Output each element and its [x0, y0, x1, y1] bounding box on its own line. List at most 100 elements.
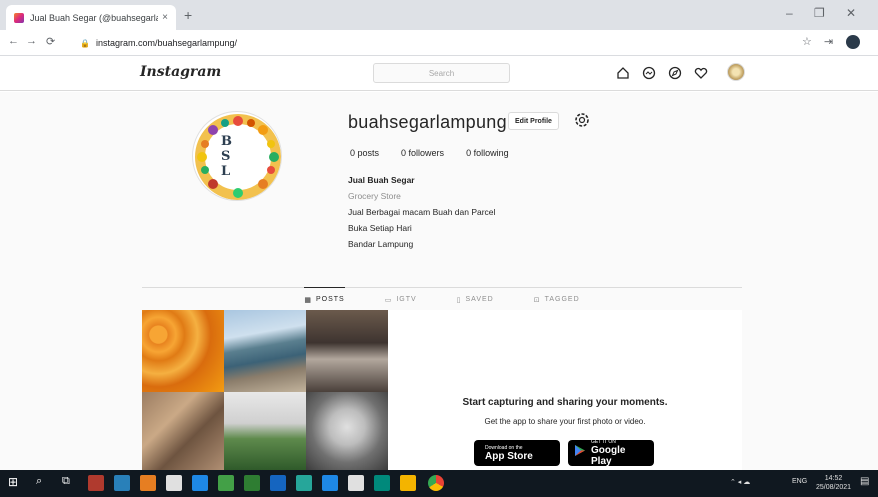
app-icon[interactable]: [322, 475, 338, 491]
app-icon[interactable]: [374, 475, 390, 491]
app-icon[interactable]: [348, 475, 364, 491]
bio-line: Buka Setiap Hari: [348, 223, 412, 233]
windows-taskbar: ⊞ ⌕ ⧉ ⌃ ◂ ☁ ENG 14:52 25/08/2021 ▤: [0, 470, 878, 497]
avatar-letter-l: L: [221, 164, 231, 179]
app-icon[interactable]: [296, 475, 312, 491]
profile-avatar-nav[interactable]: [727, 63, 745, 81]
avatar-letters: B S L: [221, 134, 232, 179]
google-play-big-text: Google Play: [591, 445, 626, 467]
app-icon[interactable]: [192, 475, 208, 491]
tab-saved[interactable]: ▯ SAVED: [457, 288, 494, 307]
app-icon[interactable]: [400, 475, 416, 491]
bookmark-icon: ▯: [456, 296, 462, 304]
google-play-icon: [574, 444, 586, 462]
tab-posts-label: POSTS: [315, 296, 345, 303]
tag-icon: ⊡: [533, 296, 541, 304]
app-icon[interactable]: [244, 475, 260, 491]
profile-category: Grocery Store: [348, 191, 401, 201]
tab-tagged[interactable]: ⊡ TAGGED: [534, 288, 580, 307]
search-placeholder: Search: [428, 68, 455, 78]
fruit-wreath-logo-icon: [195, 114, 281, 200]
oranges-photo[interactable]: [142, 310, 224, 392]
language-indicator[interactable]: ENG: [792, 478, 807, 485]
empty-state-text: Start capturing and sharing your moments…: [388, 310, 742, 470]
photobooth-photo[interactable]: [306, 310, 388, 392]
heart-activity-icon[interactable]: [693, 65, 709, 81]
extension-icon[interactable]: ⇥: [824, 35, 833, 48]
clock[interactable]: 14:52 25/08/2021: [816, 474, 851, 492]
settings-gear-icon[interactable]: [572, 110, 592, 130]
tab-saved-label: SAVED: [465, 296, 494, 303]
explore-compass-icon[interactable]: [667, 65, 683, 81]
avatar-letter-b: B: [221, 134, 232, 149]
forward-icon[interactable]: →: [26, 35, 37, 47]
tab-close-icon[interactable]: ×: [162, 12, 168, 23]
posts-empty-state: Start capturing and sharing your moments…: [142, 310, 742, 470]
url-field[interactable]: 🔒 instagram.com/buahsegarlampung/: [80, 34, 780, 52]
word-icon[interactable]: [270, 475, 286, 491]
task-view-icon[interactable]: ⧉: [62, 475, 78, 491]
notification-icon[interactable]: ▤: [860, 476, 869, 487]
maximize-button[interactable]: ❐: [814, 6, 825, 20]
app-store-big-text: App Store: [485, 450, 533, 462]
app-icon[interactable]: [218, 475, 234, 491]
tray-icons[interactable]: ⌃ ◂ ☁: [730, 478, 750, 486]
window-close-button[interactable]: ✕: [846, 6, 856, 20]
tab-tagged-label: TAGGED: [544, 296, 580, 303]
bio-line: Jual Berbagai macam Buah dan Parcel: [348, 207, 496, 217]
app-store-text: Download on the App Store: [485, 445, 533, 462]
lock-icon: 🔒: [80, 38, 90, 48]
profile-page: B S L buahsegarlampung Edit Profile 0 po…: [0, 92, 878, 470]
app-icon[interactable]: [140, 475, 156, 491]
instagram-logo[interactable]: Instagram: [140, 64, 221, 80]
posts-count: 0 posts: [350, 148, 380, 158]
url-text: instagram.com/buahsegarlampung/: [95, 38, 238, 48]
coast-photo[interactable]: [224, 310, 306, 392]
home-icon[interactable]: [615, 65, 631, 81]
profile-full-name: Jual Buah Segar: [348, 175, 415, 185]
followers-count[interactable]: 0 followers: [401, 148, 444, 158]
sample-photo-collage: [142, 310, 388, 470]
cactus-photo[interactable]: [224, 392, 306, 470]
chrome-icon[interactable]: [428, 475, 444, 491]
edit-profile-button[interactable]: Edit Profile: [508, 112, 559, 130]
grid-icon: ▦: [304, 296, 312, 304]
browser-tab-strip: Jual Buah Segar (@buahsegarla × + – ❐ ✕: [0, 0, 878, 30]
google-play-text: GET IT ON Google Play: [591, 439, 648, 467]
baby-photo[interactable]: [306, 392, 388, 470]
bookmark-star-icon[interactable]: ☆: [802, 35, 812, 48]
reload-icon[interactable]: ⟳: [46, 35, 55, 48]
empty-state-subheading: Get the app to share your first photo or…: [484, 417, 646, 426]
clock-time: 14:52: [824, 475, 843, 482]
direct-messenger-icon[interactable]: [641, 65, 657, 81]
search-icon[interactable]: ⌕: [36, 475, 52, 491]
browser-tab-title: Jual Buah Segar (@buahsegarla: [30, 12, 159, 23]
back-icon[interactable]: ←: [8, 35, 19, 47]
profile-username: buahsegarlampung: [348, 112, 507, 132]
profile-tabs: ▦ POSTS ▭ IGTV ▯ SAVED ⊡ TAGGED: [142, 287, 742, 307]
calendar-app-icon[interactable]: [88, 475, 104, 491]
browser-tab[interactable]: Jual Buah Segar (@buahsegarla ×: [6, 5, 176, 30]
app-icon[interactable]: [166, 475, 182, 491]
instagram-header: Instagram Search: [0, 57, 878, 91]
edge-icon[interactable]: [114, 475, 130, 491]
minimize-button[interactable]: –: [786, 6, 793, 20]
new-tab-button[interactable]: +: [184, 7, 192, 23]
tab-igtv[interactable]: ▭ IGTV: [385, 288, 417, 307]
browser-profile-avatar[interactable]: [846, 35, 860, 49]
bio-line: Bandar Lampung: [348, 239, 414, 249]
igtv-icon: ▭: [384, 296, 393, 304]
following-count[interactable]: 0 following: [466, 148, 509, 158]
instagram-favicon-icon: [14, 12, 24, 23]
tab-posts[interactable]: ▦ POSTS: [304, 287, 345, 307]
profile-picture[interactable]: B S L: [192, 111, 282, 201]
tab-igtv-label: IGTV: [396, 296, 417, 303]
clock-date: 25/08/2021: [816, 484, 852, 491]
profile-stats: 0 posts 0 followers 0 following: [350, 148, 509, 158]
profile-bio: Jual Buah Segar Grocery Store Jual Berba…: [348, 172, 495, 252]
google-play-button[interactable]: GET IT ON Google Play: [568, 439, 654, 467]
dog-photo[interactable]: [142, 392, 224, 470]
app-store-button[interactable]: Download on the App Store: [474, 440, 560, 466]
windows-start-icon[interactable]: ⊞: [8, 475, 24, 491]
search-input[interactable]: Search: [373, 63, 510, 83]
